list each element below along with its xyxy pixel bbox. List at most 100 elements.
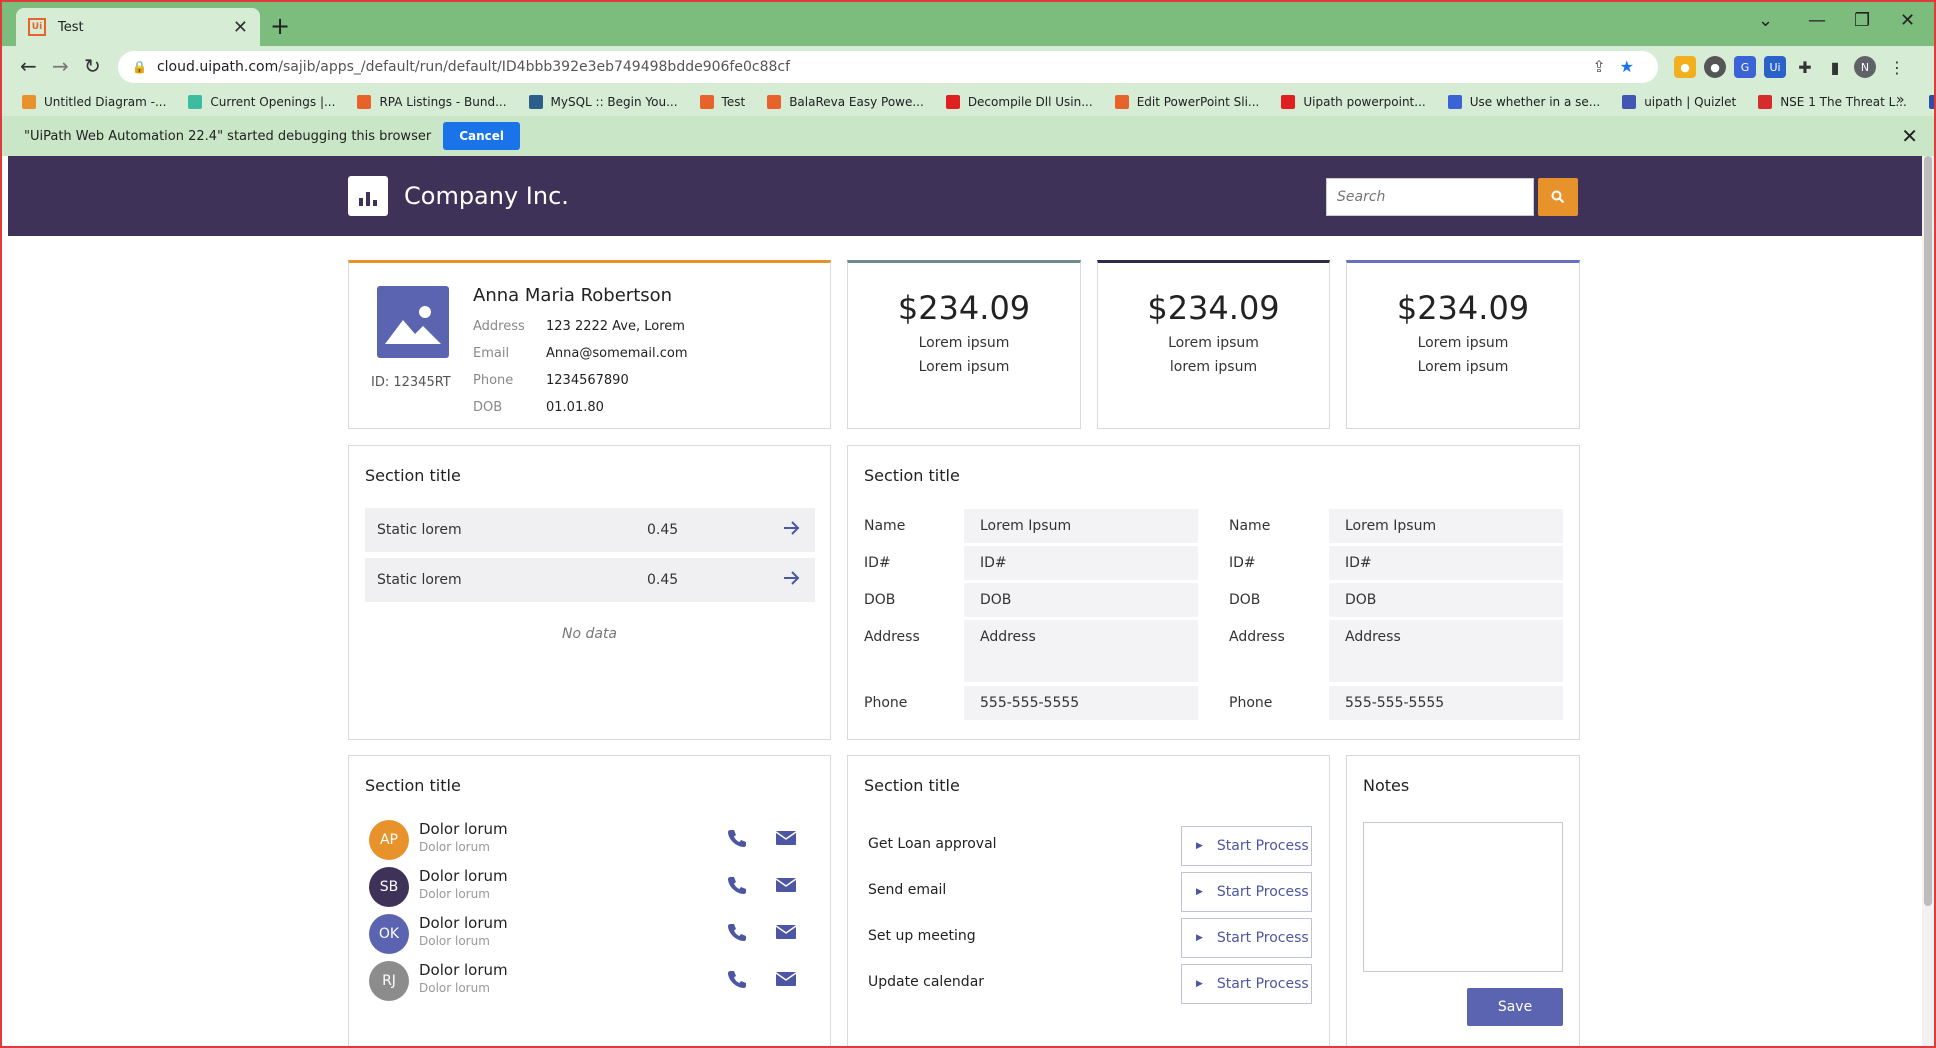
scrollbar-thumb[interactable] [1924,156,1932,906]
bookmark-label: Current Openings |... [210,95,336,109]
infobar-close-icon[interactable]: ✕ [1901,124,1918,148]
restore-button[interactable]: ❐ [1854,10,1870,31]
stat-line-2: lorem ipsum [1169,359,1258,375]
profile-address-value: 123 2222 Ave, Lorem [546,319,685,334]
infobar-text: "UiPath Web Automation 22.4" started deb… [24,128,432,144]
notes-textarea[interactable] [1363,822,1563,972]
profile-name: Anna Maria Robertson [473,285,673,306]
bookmark-favicon-icon [699,95,714,109]
reload-button[interactable]: ↻ [84,54,101,78]
close-window-button[interactable]: ✕ [1900,10,1915,31]
search-button[interactable] [1538,178,1578,216]
detail-phone-field[interactable]: 555-555-5555 [1329,686,1563,720]
search-input[interactable] [1326,178,1534,216]
start-process-label: Start Process [1216,976,1309,992]
bookmark-item[interactable]: Current Openings |... [188,95,335,109]
process-label: Get Loan approval [868,836,997,852]
address-bar[interactable]: 🔒 cloud.uipath.com/sajib/apps_/default/r… [118,51,1658,83]
uipath-extension-icon[interactable]: Ui [1764,56,1786,78]
tab-search-icon[interactable]: ⌄ [1758,10,1773,31]
more-bookmarks-icon[interactable]: » [1896,92,1905,108]
detail-dob-field[interactable]: DOB [1329,583,1563,617]
bookmark-label: Uipath powerpoint... [1303,95,1426,109]
play-icon: ▶ [1196,933,1203,943]
section-contacts-card: Section title AP Dolor lorum Dolor lorum SB… [348,755,831,1048]
section-title: Section title [365,776,461,795]
browser-menu-icon[interactable]: ⋮ [1886,56,1908,78]
list-item[interactable]: Static lorem 0.45 [365,508,815,552]
bookmark-favicon-icon [1114,95,1129,109]
process-label: Update calendar [868,974,985,990]
detail-phone-field[interactable]: 555-555-5555 [964,686,1198,720]
detail-address-field[interactable]: Address [964,620,1198,682]
start-process-button[interactable]: ▶ Start Process [1181,872,1312,912]
phone-icon[interactable] [727,922,747,946]
stat-line-1: Lorem ipsum [918,335,1010,351]
side-panel-icon[interactable]: ▮ [1824,56,1846,78]
arrow-right-icon[interactable] [781,568,801,588]
bookmark-label: Decompile Dll Usin... [967,95,1093,109]
detail-id-field[interactable]: ID# [964,546,1198,580]
no-data-text: No data [561,626,618,642]
list-item-label: Static lorem [377,572,462,588]
bookmark-label: MySQL :: Begin You... [550,95,678,109]
extension-icon-2[interactable]: ● [1704,56,1726,78]
share-icon[interactable]: ⇪ [1592,57,1605,76]
list-item-value: 0.45 [647,522,679,538]
app-header: Company Inc. [8,156,1922,236]
company-logo-icon [348,176,388,216]
bookmark-item[interactable]: Excel VBA Course... [1928,95,1934,109]
forward-button[interactable]: → [52,54,69,78]
bookmark-item[interactable]: Test [699,95,745,109]
minimize-button[interactable]: — [1808,10,1826,31]
bookmark-item[interactable]: Edit PowerPoint Sli... [1114,95,1259,109]
save-button[interactable]: Save [1467,988,1563,1026]
new-tab-button[interactable]: + [270,12,290,40]
bookmark-favicon-icon [1622,95,1637,109]
detail-name-field[interactable]: Lorem Ipsum [964,509,1198,543]
mail-icon[interactable] [775,877,797,897]
tab-close-icon[interactable]: ✕ [233,17,248,38]
translate-extension-icon[interactable]: G [1734,56,1756,78]
contact-subtitle: Dolor lorum [419,840,490,854]
mail-icon[interactable] [775,971,797,991]
browser-titlebar: Ui Test ✕ + ⌄ — ❐ ✕ [2,2,1934,46]
detail-address-field[interactable]: Address [1329,620,1563,682]
extensions-puzzle-icon[interactable]: ✚ [1794,56,1816,78]
bookmark-favicon-icon [945,95,960,109]
detail-name-field[interactable]: Lorem Ipsum [1329,509,1563,543]
start-process-button[interactable]: ▶ Start Process [1181,826,1312,866]
profile-id: ID: 12345RT [371,375,451,390]
page-scrollbar[interactable] [1922,156,1934,1046]
stat-amount: $234.09 [897,289,1031,327]
back-button[interactable]: ← [20,54,37,78]
mail-icon[interactable] [775,924,797,944]
bookmark-item[interactable]: Decompile Dll Usin... [945,95,1093,109]
bookmark-item[interactable]: NSE 1 The Threat L... [1758,95,1907,109]
profile-avatar[interactable]: N [1854,56,1876,78]
bookmark-item[interactable]: Untitled Diagram -... [22,95,166,109]
start-process-button[interactable]: ▶ Start Process [1181,964,1312,1004]
bookmark-star-icon[interactable]: ★ [1620,57,1634,76]
bookmark-item[interactable]: Uipath powerpoint... [1281,95,1426,109]
bookmark-item[interactable]: BalaReva Easy Powe... [767,95,924,109]
list-item[interactable]: Static lorem 0.45 [365,558,815,602]
bookmark-item[interactable]: Use whether in a se... [1447,95,1600,109]
stat-amount: $234.09 [1396,289,1530,327]
bookmark-label: uipath | Quizlet [1644,95,1737,109]
start-process-button[interactable]: ▶ Start Process [1181,918,1312,958]
phone-icon[interactable] [727,969,747,993]
extension-icon-1[interactable]: ● [1674,56,1696,78]
phone-icon[interactable] [727,875,747,899]
detail-dob-field[interactable]: DOB [964,583,1198,617]
mail-icon[interactable] [775,830,797,850]
bookmark-favicon-icon [1758,95,1773,109]
bookmark-item[interactable]: MySQL :: Begin You... [528,95,678,109]
phone-icon[interactable] [727,828,747,852]
arrow-right-icon[interactable] [781,518,801,538]
bookmark-item[interactable]: uipath | Quizlet [1622,95,1736,109]
browser-tab[interactable]: Ui Test ✕ [16,8,260,46]
detail-id-field[interactable]: ID# [1329,546,1563,580]
bookmark-item[interactable]: RPA Listings - Bund... [357,95,507,109]
infobar-cancel-button[interactable]: Cancel [443,122,520,150]
